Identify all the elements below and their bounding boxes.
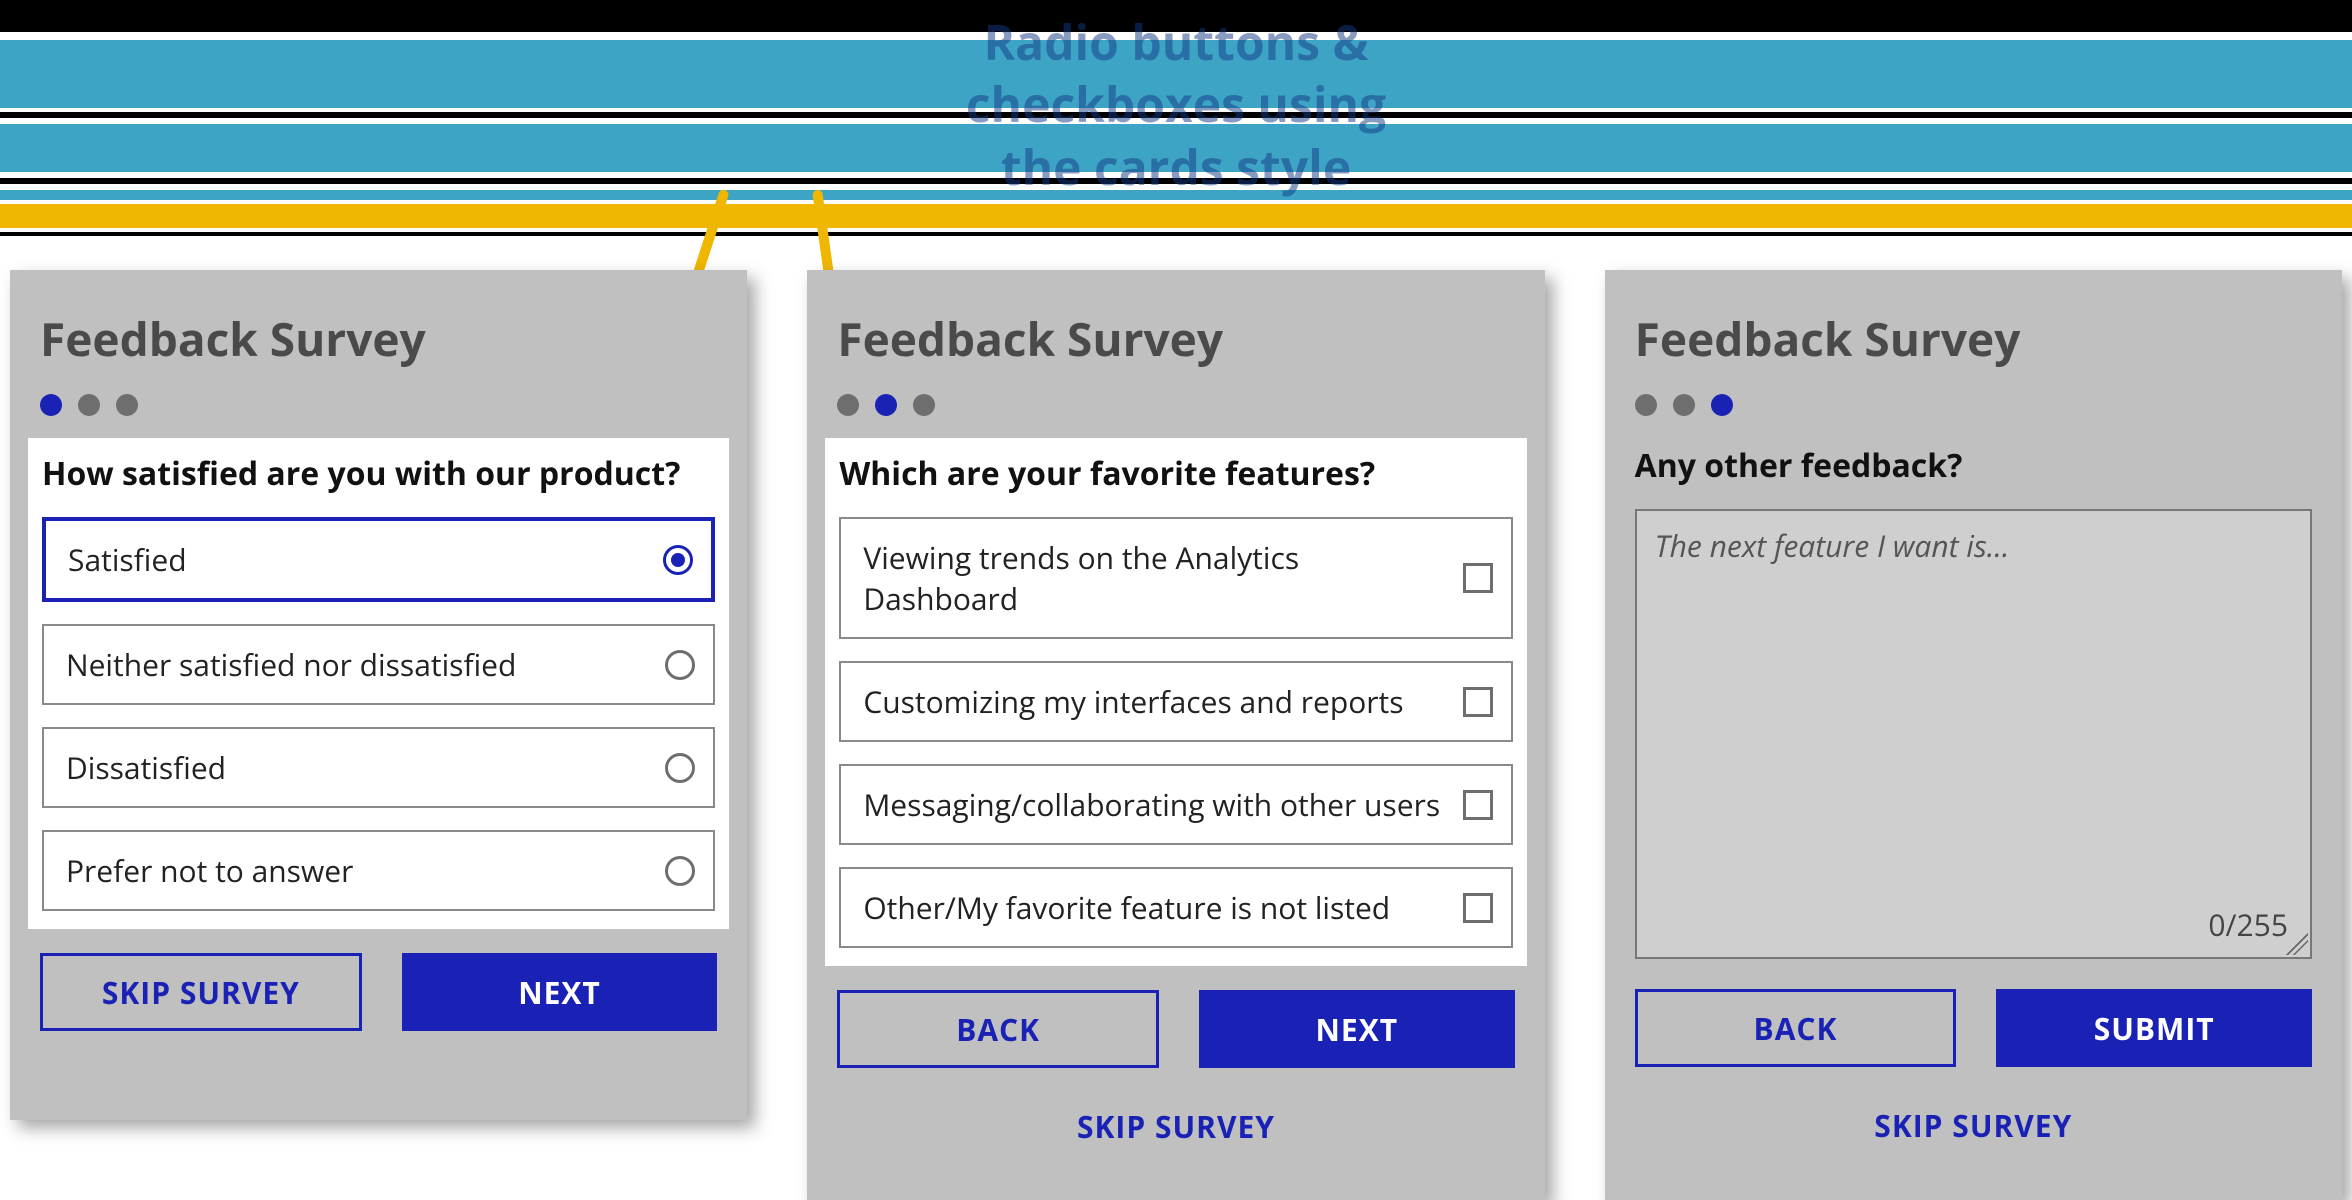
survey-card-step2: Feedback Survey Which are your favorite … xyxy=(807,270,1544,1200)
checkbox-icon xyxy=(1463,687,1493,717)
feedback-textarea[interactable]: The next feature I want is... 0/255 xyxy=(1635,509,2312,959)
textarea-placeholder: The next feature I want is... xyxy=(1655,525,2292,566)
progress-dot xyxy=(1711,394,1733,416)
progress-dot xyxy=(837,394,859,416)
skip-survey-link[interactable]: SKIP SURVEY xyxy=(837,1106,1514,1147)
progress-dot xyxy=(78,394,100,416)
radio-card-prefer-not[interactable]: Prefer not to answer xyxy=(42,830,715,911)
radio-card-satisfied[interactable]: Satisfied xyxy=(42,517,715,602)
option-label: Prefer not to answer xyxy=(66,850,353,891)
radio-icon xyxy=(665,753,695,783)
stripe xyxy=(0,204,2352,228)
option-label: Neither satisfied nor dissatisfied xyxy=(66,644,516,685)
progress-dot xyxy=(913,394,935,416)
skip-survey-button[interactable]: SKIP SURVEY xyxy=(40,953,362,1031)
checkbox-card-analytics[interactable]: Viewing trends on the Analytics Dashboar… xyxy=(839,517,1512,639)
radio-icon xyxy=(663,545,693,575)
stripe xyxy=(0,232,2352,236)
submit-button[interactable]: SUBMIT xyxy=(1996,989,2312,1067)
radio-card-dissatisfied[interactable]: Dissatisfied xyxy=(42,727,715,808)
char-count: 0/255 xyxy=(2208,904,2288,945)
checkbox-card-customizing[interactable]: Customizing my interfaces and reports xyxy=(839,661,1512,742)
radio-card-neutral[interactable]: Neither satisfied nor dissatisfied xyxy=(42,624,715,705)
annotation-caption: Radio buttons & checkboxes using the car… xyxy=(0,12,2352,199)
progress-dots xyxy=(1635,394,2312,416)
checkbox-card-messaging[interactable]: Messaging/collaborating with other users xyxy=(839,764,1512,845)
annotation-line: Radio buttons & xyxy=(0,12,2352,74)
option-label: Messaging/collaborating with other users xyxy=(863,784,1440,825)
annotation-line: checkboxes using xyxy=(0,74,2352,136)
question-text: Which are your favorite features? xyxy=(839,452,1512,495)
progress-dot xyxy=(1673,394,1695,416)
option-label: Dissatisfied xyxy=(66,747,226,788)
survey-card-step3: Feedback Survey Any other feedback? The … xyxy=(1605,270,2342,1200)
radio-icon xyxy=(665,650,695,680)
radio-icon xyxy=(665,856,695,886)
skip-survey-link[interactable]: SKIP SURVEY xyxy=(1635,1105,2312,1146)
checkbox-icon xyxy=(1463,790,1493,820)
progress-dot xyxy=(1635,394,1657,416)
back-button[interactable]: BACK xyxy=(1635,989,1957,1067)
annotation-banner: Radio buttons & checkboxes using the car… xyxy=(0,0,2352,260)
progress-dot xyxy=(40,394,62,416)
survey-card-step1: Feedback Survey How satisfied are you wi… xyxy=(10,270,747,1120)
question-panel: How satisfied are you with our product? … xyxy=(28,438,729,929)
progress-dot xyxy=(116,394,138,416)
annotation-line: the cards style xyxy=(0,137,2352,199)
progress-dot xyxy=(875,394,897,416)
checkbox-icon xyxy=(1463,563,1493,593)
next-button[interactable]: NEXT xyxy=(402,953,718,1031)
survey-title: Feedback Survey xyxy=(1635,308,2312,370)
progress-dots xyxy=(40,394,717,416)
back-button[interactable]: BACK xyxy=(837,990,1159,1068)
checkbox-card-other[interactable]: Other/My favorite feature is not listed xyxy=(839,867,1512,948)
progress-dots xyxy=(837,394,1514,416)
survey-title: Feedback Survey xyxy=(40,308,717,370)
option-label: Viewing trends on the Analytics Dashboar… xyxy=(863,537,1299,619)
next-button[interactable]: NEXT xyxy=(1199,990,1515,1068)
option-label: Satisfied xyxy=(68,539,187,580)
survey-title: Feedback Survey xyxy=(837,308,1514,370)
checkbox-icon xyxy=(1463,893,1493,923)
question-text: How satisfied are you with our product? xyxy=(42,452,715,495)
option-label: Other/My favorite feature is not listed xyxy=(863,887,1390,928)
question-text: Any other feedback? xyxy=(1635,444,2312,487)
resize-handle-icon[interactable] xyxy=(2286,933,2308,955)
option-label: Customizing my interfaces and reports xyxy=(863,681,1403,722)
question-panel: Which are your favorite features? Viewin… xyxy=(825,438,1526,966)
